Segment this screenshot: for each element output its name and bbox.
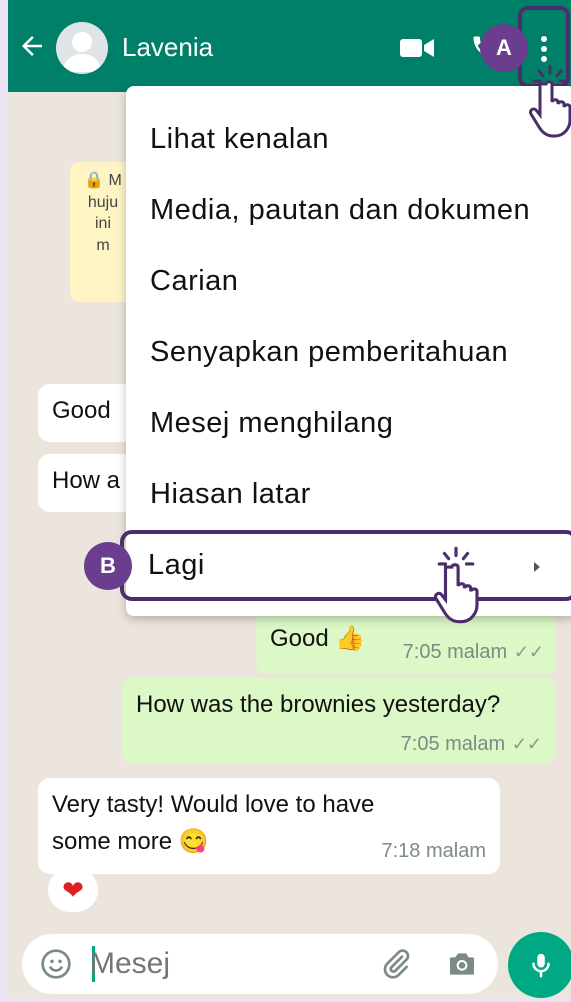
contact-name[interactable]: Lavenia xyxy=(122,32,213,63)
attach-button[interactable] xyxy=(380,948,412,985)
emoji-button[interactable] xyxy=(40,948,72,985)
message-time: 7:05 malam xyxy=(402,641,508,663)
default-avatar-icon xyxy=(62,32,102,72)
phone-screen: Lavenia A 🔒 M huju ini m Good How a Good… xyxy=(0,0,571,1002)
message-composer xyxy=(22,934,498,994)
step-marker-b: B xyxy=(84,542,132,590)
menu-item-search[interactable]: Carian xyxy=(126,246,571,317)
incoming-message[interactable]: Good xyxy=(38,384,138,442)
voice-record-button[interactable] xyxy=(508,932,571,998)
message-input[interactable] xyxy=(90,940,370,988)
microphone-icon xyxy=(532,953,550,978)
menu-item-view-contact[interactable]: Lihat kenalan xyxy=(126,104,571,175)
outgoing-message[interactable]: Good 👍 7:05 malam ✓✓ xyxy=(256,612,556,674)
incoming-message[interactable]: Very tasty! Would love to have some more… xyxy=(38,778,500,874)
menu-item-mute-notifications[interactable]: Senyapkan pemberitahuan xyxy=(126,317,571,388)
video-camera-icon xyxy=(400,39,434,57)
message-text: How was the brownies yesterday? xyxy=(136,691,501,718)
message-time: 7:05 malam xyxy=(400,733,506,756)
heart-icon: ❤ xyxy=(62,874,84,905)
menu-item-more[interactable]: Lagi xyxy=(120,530,571,601)
tap-hand-icon xyxy=(433,546,479,624)
message-text: Very tasty! Would love to have xyxy=(52,791,375,818)
smiling-face-emoji: 😋 xyxy=(178,828,209,856)
outgoing-message[interactable]: How was the brownies yesterday? 7:05 mal… xyxy=(122,678,556,764)
camera-button[interactable] xyxy=(446,948,478,985)
arrow-left-icon xyxy=(22,36,42,56)
lock-icon: 🔒 xyxy=(84,172,105,189)
menu-item-label: Lagi xyxy=(148,549,205,581)
message-text: How a xyxy=(52,467,121,494)
overflow-menu: Lihat kenalan Media, pautan dan dokumen … xyxy=(120,86,571,616)
incoming-message[interactable]: How a xyxy=(38,454,138,512)
notice-line: ini xyxy=(94,215,111,233)
tap-hand-icon xyxy=(529,64,571,138)
reaction-badge[interactable]: ❤ xyxy=(48,868,98,912)
thumbs-up-emoji: 👍 xyxy=(335,625,366,652)
video-call-button[interactable] xyxy=(400,37,434,64)
step-marker-a: A xyxy=(480,24,528,72)
message-text: some more xyxy=(52,828,173,856)
message-text: Good xyxy=(52,397,111,424)
paperclip-icon xyxy=(383,949,410,979)
message-time: 7:18 malam xyxy=(381,840,487,862)
caret-right-icon xyxy=(534,562,540,572)
notice-line: M xyxy=(108,172,122,189)
menu-item-wallpaper[interactable]: Hiasan latar xyxy=(126,459,571,530)
message-meta: 7:05 malam ✓✓ xyxy=(403,632,544,670)
emoji-icon xyxy=(41,949,71,979)
message-text: Good xyxy=(270,625,329,652)
notice-line: m xyxy=(96,236,110,254)
menu-item-disappearing-messages[interactable]: Mesej menghilang xyxy=(126,388,571,459)
message-meta: 7:05 malam ✓✓ xyxy=(136,724,542,762)
camera-icon xyxy=(450,953,474,975)
notice-line: huju xyxy=(87,193,119,211)
double-check-icon: ✓✓ xyxy=(511,734,542,755)
avatar[interactable] xyxy=(56,22,108,74)
menu-item-media-links-docs[interactable]: Media, pautan dan dokumen xyxy=(126,175,571,246)
double-check-icon: ✓✓ xyxy=(513,642,544,662)
back-button[interactable] xyxy=(12,26,52,66)
